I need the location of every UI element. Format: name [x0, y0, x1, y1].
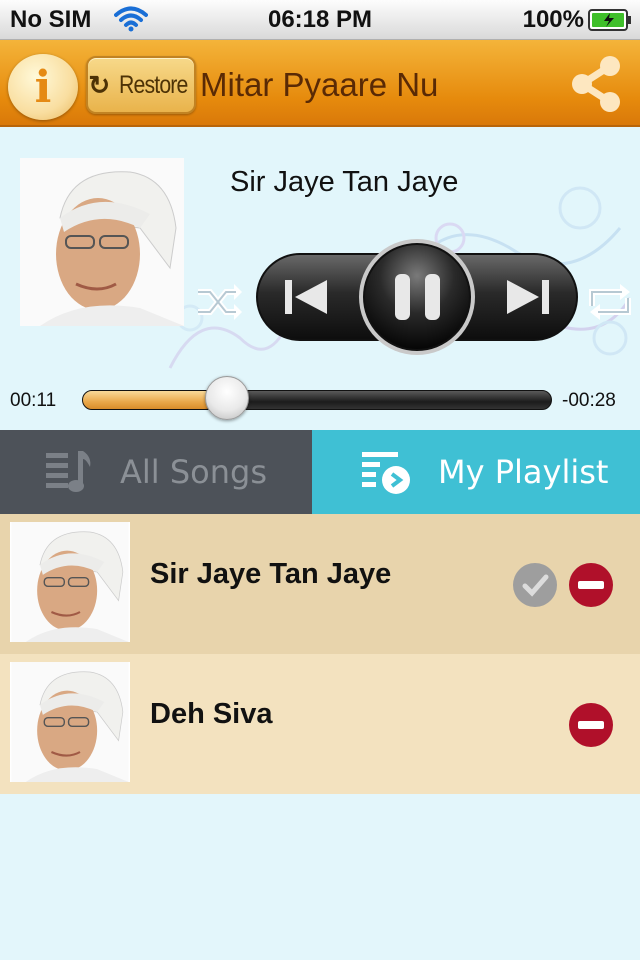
- elapsed-time: 00:11: [10, 390, 57, 411]
- tab-all-songs-label: All Songs: [120, 453, 267, 491]
- seek-bar[interactable]: [82, 390, 552, 410]
- tab-all-songs[interactable]: All Songs: [0, 430, 312, 514]
- shuffle-button[interactable]: [194, 280, 244, 324]
- remove-icon[interactable]: [568, 702, 614, 748]
- tab-my-playlist[interactable]: My Playlist: [312, 430, 640, 514]
- player-panel: Sir Jaye Tan Jaye 00:11 -00:28: [0, 128, 640, 430]
- info-icon: i: [34, 61, 52, 113]
- battery-percent: 100%: [522, 6, 584, 33]
- tab-my-playlist-label: My Playlist: [438, 453, 609, 491]
- playlist: Sir Jaye Tan Jaye Deh Siva: [0, 514, 640, 794]
- list-item[interactable]: Deh Siva: [0, 654, 640, 794]
- restore-label: Restore: [119, 70, 188, 99]
- seek-thumb[interactable]: [205, 376, 249, 420]
- music-list-icon: [46, 451, 91, 492]
- seek-bar-fill: [83, 391, 215, 409]
- playlist-icon: [362, 452, 410, 494]
- track-title: Deh Siva: [150, 698, 273, 730]
- repeat-button[interactable]: [584, 280, 636, 324]
- track-thumbnail: [10, 522, 130, 642]
- track-title: Sir Jaye Tan Jaye: [150, 558, 392, 590]
- share-icon: [572, 56, 620, 112]
- share-button[interactable]: [568, 54, 624, 114]
- remaining-time: -00:28: [562, 390, 616, 411]
- list-item[interactable]: Sir Jaye Tan Jaye: [0, 514, 640, 654]
- repeat-icon: [589, 284, 631, 320]
- album-art: [20, 158, 184, 326]
- shuffle-icon: [198, 284, 242, 320]
- restore-icon: ↻: [88, 69, 111, 100]
- info-button[interactable]: i: [8, 54, 78, 120]
- track-thumbnail: [10, 662, 130, 782]
- status-bar: No SIM 06:18 PM 100%: [0, 0, 640, 40]
- transport-controls: [255, 238, 579, 356]
- now-playing-check-icon: [513, 563, 557, 607]
- tab-bar: All Songs My Playlist: [0, 430, 640, 514]
- remove-icon[interactable]: [568, 562, 614, 608]
- restore-button[interactable]: ↻ Restore: [86, 56, 196, 114]
- battery-icon: [588, 9, 632, 38]
- app-header: i ↻ Restore Mitar Pyaare Nu: [0, 40, 640, 127]
- now-playing-title: Sir Jaye Tan Jaye: [230, 166, 459, 198]
- page-title: Mitar Pyaare Nu: [200, 66, 439, 103]
